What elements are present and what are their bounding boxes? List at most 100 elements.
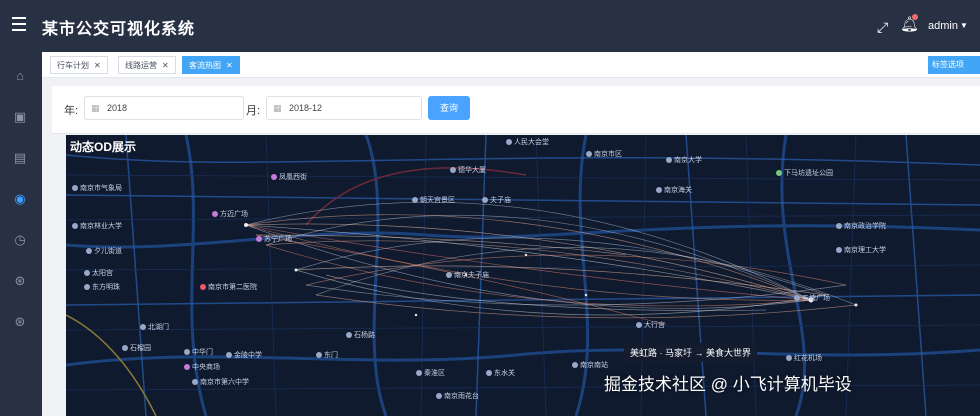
query-button[interactable]: 查询 xyxy=(428,96,470,120)
map-poi[interactable]: 中央商场 xyxy=(184,362,220,372)
map-poi[interactable]: 人民大会堂 xyxy=(506,137,549,147)
tab-label: 线路运营 xyxy=(125,61,157,70)
map-poi[interactable]: 石榴园 xyxy=(122,343,151,353)
poi-label: 南京市区 xyxy=(594,151,622,158)
map-poi[interactable]: 凤凰西街 xyxy=(271,172,307,182)
poi-label: 中华门 xyxy=(192,349,213,356)
map-poi[interactable]: 下马坊遗址公园 xyxy=(776,168,833,178)
tab-label: 客流热图 xyxy=(189,61,221,70)
poi-label: 中央商场 xyxy=(192,364,220,371)
menu-icon[interactable] xyxy=(12,17,26,33)
map-poi[interactable]: 五塘广场 xyxy=(794,293,830,303)
map-poi[interactable]: 石杨路 xyxy=(346,330,375,340)
image-icon[interactable]: ▣ xyxy=(12,109,28,125)
map-poi[interactable]: 朝天宫景区 xyxy=(412,195,455,205)
poi-label: 东水关 xyxy=(494,370,515,377)
map-poi[interactable]: 苏宁广场 xyxy=(256,234,292,244)
month-value: 2018-12 xyxy=(289,103,323,113)
poi-label: 大行宫 xyxy=(644,322,665,329)
year-picker[interactable]: ▦ 2018 xyxy=(84,96,244,120)
poi-label: 南京政治学院 xyxy=(844,223,886,230)
poi-label: 太阳宫 xyxy=(92,270,113,277)
poi-label: 南京市第六中学 xyxy=(200,379,249,386)
map-poi[interactable]: 夫子庙 xyxy=(482,195,511,205)
fullscreen-icon[interactable]: ⤢ xyxy=(877,19,888,36)
map-poi[interactable]: 南京夫子庙 xyxy=(446,270,489,280)
watermark-text: 掘金技术社区 @ 小飞计算机毕设 xyxy=(604,375,852,394)
globe-icon[interactable]: ◉ xyxy=(12,191,28,207)
poi-label: 南京夫子庙 xyxy=(454,272,489,279)
poi-label: 南京理工大学 xyxy=(844,247,886,254)
poi-label: 红花机场 xyxy=(794,355,822,362)
poi-label: 石榴园 xyxy=(130,345,151,352)
poi-label: 南京林业大学 xyxy=(80,223,122,230)
map-poi[interactable]: 东方明珠 xyxy=(84,282,120,292)
poi-label: 方迈广场 xyxy=(220,211,248,218)
poi-label: 夕儿街道 xyxy=(94,248,122,255)
map-poi[interactable]: 太阳宫 xyxy=(84,268,113,278)
map-poi[interactable]: 南京市气象局 xyxy=(72,183,122,193)
map-poi[interactable]: 南京大学 xyxy=(666,155,702,165)
tab-passenger-heatmap[interactable]: 客流热图 ✕ xyxy=(182,56,240,74)
month-picker[interactable]: ▦ 2018-12 xyxy=(266,96,422,120)
poi-label: 石杨路 xyxy=(354,332,375,339)
user-name[interactable]: admin xyxy=(928,20,958,32)
map-poi[interactable]: 东门 xyxy=(316,350,338,360)
map-poi[interactable]: 南京市第二医院 xyxy=(200,282,257,292)
map-poi[interactable]: 南京政治学院 xyxy=(836,221,886,231)
map-poi[interactable]: 南京市第六中学 xyxy=(192,377,249,387)
top-header: 某市公交可视化系统 ⤢ 🔔︎ admin ▼ xyxy=(0,0,980,52)
tab-driving-plan[interactable]: 行车计划 ✕ xyxy=(50,56,108,74)
poi-label: 下马坊遗址公园 xyxy=(784,170,833,177)
caret-down-icon[interactable]: ▼ xyxy=(960,21,968,30)
map-poi[interactable]: 南京海关 xyxy=(656,185,692,195)
year-label: 年: xyxy=(64,105,79,117)
map-poi[interactable]: 方迈广场 xyxy=(212,209,248,219)
poi-label: 秦淮区 xyxy=(424,370,445,377)
map-poi[interactable]: 南京林业大学 xyxy=(72,221,122,231)
map-poi[interactable]: 中华门 xyxy=(184,347,213,357)
map-poi[interactable]: 秦淮区 xyxy=(416,368,445,378)
map-poi[interactable]: 南京市区 xyxy=(586,149,622,159)
poi-label: 五塘广场 xyxy=(802,295,830,302)
poi-label: 东门 xyxy=(324,352,338,359)
compass-icon[interactable]: ⊛ xyxy=(12,273,28,289)
compass-alt-icon[interactable]: ⊛ xyxy=(12,314,28,330)
calendar-icon: ▦ xyxy=(273,103,282,113)
map-poi[interactable]: 大行宫 xyxy=(636,320,665,330)
map-poi[interactable]: 东水关 xyxy=(486,368,515,378)
poi-label: 南京南站 xyxy=(580,362,608,369)
poi-label: 南京海关 xyxy=(664,187,692,194)
clock-icon[interactable]: ◷ xyxy=(12,232,28,248)
poi-label: 东方明珠 xyxy=(92,284,120,291)
map-poi[interactable]: 南京理工大学 xyxy=(836,245,886,255)
poi-label: 南京大学 xyxy=(674,157,702,164)
poi-label: 凤凰西街 xyxy=(279,174,307,181)
month-label: 月: xyxy=(246,105,261,117)
tags-view: 行车计划 ✕ 线路运营 ✕ 客流热图 ✕ 标签选项 xyxy=(42,52,980,78)
close-icon[interactable]: ✕ xyxy=(94,61,101,70)
tab-options-button[interactable]: 标签选项 xyxy=(928,56,980,74)
od-map[interactable]: 动态OD展示 人民大会堂 南京市区 南京大学 下马坊遗址公园 南京市气象局 凤凰… xyxy=(66,135,980,416)
filter-panel: 年: ▦ 2018 月: ▦ 2018-12 查询 xyxy=(52,86,980,134)
map-poi[interactable]: 红花机场 xyxy=(786,353,822,363)
map-poi[interactable]: 金陵中学 xyxy=(226,350,262,360)
poi-label: 人民大会堂 xyxy=(514,139,549,146)
poi-label: 南京市气象局 xyxy=(80,185,122,192)
sidebar: ⌂ ▣ ▤ ◉ ◷ ⊛ ⊛ xyxy=(0,52,42,416)
map-poi[interactable]: 夕儿街道 xyxy=(86,246,122,256)
map-poi[interactable]: 南京南站 xyxy=(572,360,608,370)
close-icon[interactable]: ✕ xyxy=(162,61,169,70)
tab-label: 行车计划 xyxy=(57,61,89,70)
poi-label: 北湖门 xyxy=(148,324,169,331)
poi-label: 金陵中学 xyxy=(234,352,262,359)
map-poi[interactable]: 北湖门 xyxy=(140,322,169,332)
document-icon[interactable]: ▤ xyxy=(12,150,28,166)
poi-label: 南京雨花台 xyxy=(444,393,479,400)
map-poi[interactable]: 德华大厦 xyxy=(450,165,486,175)
close-icon[interactable]: ✕ xyxy=(226,61,233,70)
poi-label: 南京市第二医院 xyxy=(208,284,257,291)
home-icon[interactable]: ⌂ xyxy=(12,68,28,84)
tab-line-operation[interactable]: 线路运营 ✕ xyxy=(118,56,176,74)
map-poi[interactable]: 南京雨花台 xyxy=(436,391,479,401)
